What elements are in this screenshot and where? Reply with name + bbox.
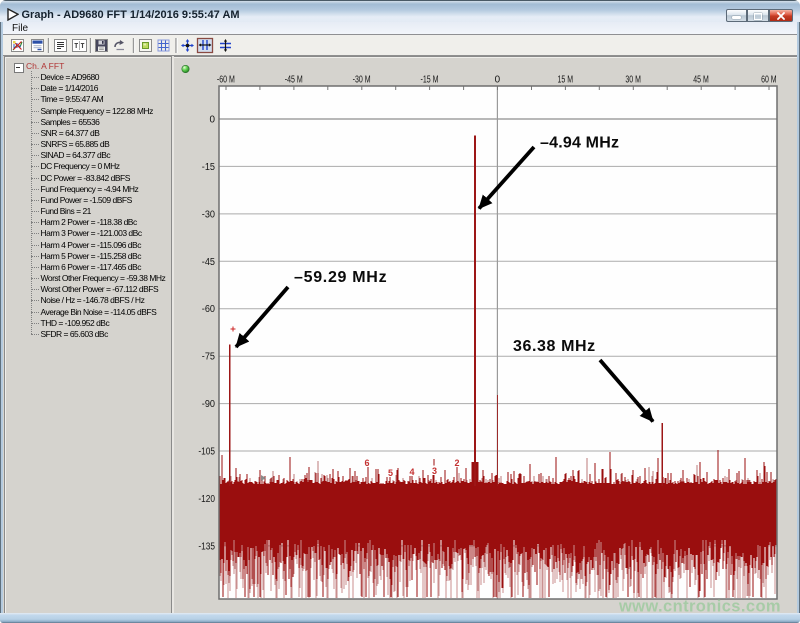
svg-text:–59.29 MHz: –59.29 MHz bbox=[294, 269, 387, 286]
svg-text:30 M: 30 M bbox=[625, 75, 641, 86]
svg-text:-90: -90 bbox=[202, 399, 216, 410]
svg-text:-30: -30 bbox=[202, 209, 216, 220]
svg-text:36.38 MHz: 36.38 MHz bbox=[513, 338, 596, 355]
svg-text:-60: -60 bbox=[202, 304, 216, 315]
svg-text:-45: -45 bbox=[202, 257, 216, 268]
svg-text:0: 0 bbox=[210, 115, 216, 126]
svg-text:60 M: 60 M bbox=[761, 75, 777, 86]
svg-text:-45 M: -45 M bbox=[285, 75, 303, 86]
svg-text:www.cntronics.com: www.cntronics.com bbox=[618, 598, 781, 616]
svg-text:-60 M: -60 M bbox=[217, 75, 235, 86]
svg-text:-135: -135 bbox=[198, 541, 215, 552]
svg-text:6: 6 bbox=[364, 458, 369, 468]
svg-text:-75: -75 bbox=[202, 352, 216, 363]
svg-text:3: 3 bbox=[432, 466, 437, 476]
svg-text:4: 4 bbox=[409, 467, 414, 477]
svg-text:-120: -120 bbox=[198, 494, 215, 505]
svg-text:-15: -15 bbox=[202, 162, 216, 173]
svg-text:-105: -105 bbox=[198, 447, 215, 458]
svg-text:45 M: 45 M bbox=[693, 75, 709, 86]
svg-text:2: 2 bbox=[454, 458, 459, 468]
svg-text:5: 5 bbox=[388, 468, 393, 478]
svg-text:–4.94 MHz: –4.94 MHz bbox=[540, 135, 619, 152]
svg-text:0: 0 bbox=[495, 75, 501, 86]
svg-text:15 M: 15 M bbox=[558, 75, 574, 86]
svg-text:-15 M: -15 M bbox=[421, 75, 439, 86]
svg-text:-30 M: -30 M bbox=[353, 75, 371, 86]
